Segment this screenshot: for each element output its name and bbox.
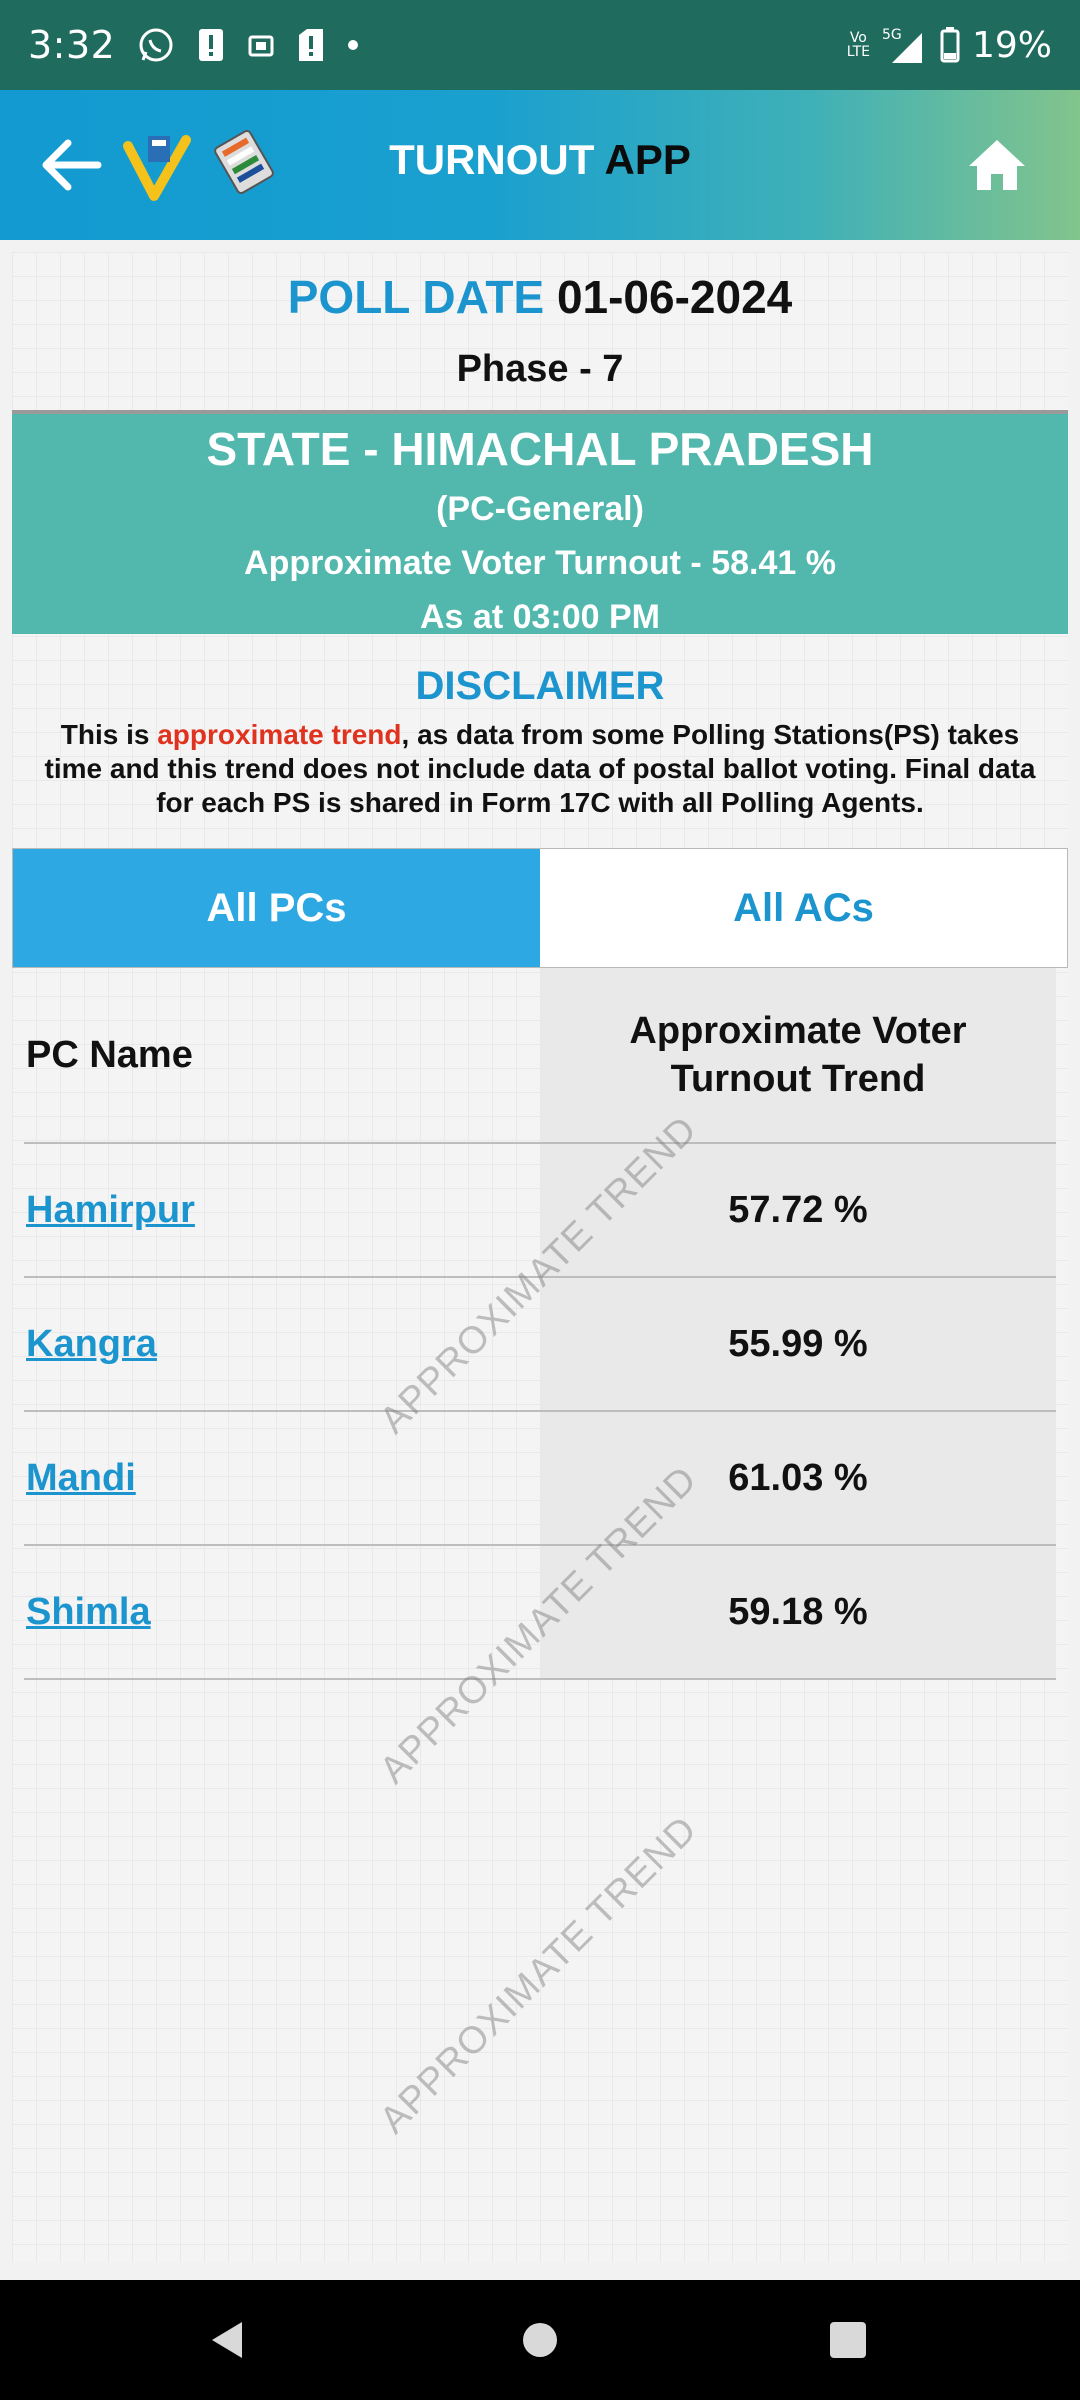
state-name: STATE - HIMACHAL PRADESH [206, 423, 874, 475]
tab-all-acs[interactable]: All ACs [540, 849, 1067, 967]
system-status: Vo LTE 5G 19% [847, 25, 1052, 66]
circle-home-icon [523, 2323, 557, 2357]
signal-icon: 5G [882, 25, 928, 65]
disclaimer-title: DISCLAIMER [415, 664, 665, 708]
turnout-table: PC Name Approximate Voter Turnout Trend … [12, 968, 1068, 1680]
poll-date-label: POLL DATE [287, 271, 545, 323]
status-bar: 3:32 Vo LTE 5G 19% [0, 0, 1080, 90]
pc-link[interactable]: Mandi [24, 1412, 540, 1544]
nav-recents-button[interactable] [818, 2310, 878, 2370]
tab-bar: All PCs All ACs [12, 848, 1068, 968]
triangle-back-icon [212, 2322, 242, 2358]
phase-label: Phase - 7 [456, 348, 624, 390]
app-header: TURNOUT APP [0, 90, 1080, 240]
watermark-text: APPROXIMATE TREND [372, 1808, 706, 2142]
table-row: Mandi 61.03 % [24, 1412, 1056, 1546]
alert-icon [197, 27, 225, 63]
poll-date: POLL DATE 01-06-2024 [12, 270, 1068, 324]
pc-link[interactable]: Shimla [24, 1546, 540, 1678]
app-title: TURNOUT APP [389, 136, 691, 183]
volte-indicator: Vo LTE [846, 30, 870, 60]
alert-icon [297, 27, 325, 63]
status-time: 3:32 [28, 23, 116, 67]
battery-icon [940, 27, 960, 63]
table-header: PC Name Approximate Voter Turnout Trend [24, 968, 1056, 1144]
sim-icon [247, 31, 275, 59]
header-turnout-trend: Approximate Voter Turnout Trend [540, 968, 1056, 1142]
system-nav-bar [0, 2280, 1080, 2400]
turnout-panel: POLL DATE 01-06-2024 Phase - 7 STATE - H… [12, 252, 1068, 2262]
pc-link[interactable]: Hamirpur [24, 1144, 540, 1276]
tab-all-pcs[interactable]: All PCs [13, 849, 540, 967]
notification-icons [137, 26, 359, 64]
nav-back-button[interactable] [198, 2310, 258, 2370]
poll-date-value: 01-06-2024 [556, 271, 793, 323]
header-pc-name: PC Name [26, 1033, 193, 1076]
dot-icon [347, 39, 359, 51]
turnout-value: 55.99 % [540, 1278, 1056, 1410]
state-banner: STATE - HIMACHAL PRADESH (PC-General) Ap… [12, 410, 1068, 636]
state-turnout: Approximate Voter Turnout - 58.41 % [244, 544, 836, 582]
state-type: (PC-General) [436, 490, 644, 528]
disclaimer-highlight: approximate trend [157, 719, 402, 750]
nav-home-button[interactable] [510, 2310, 570, 2370]
battery-percent: 19% [971, 24, 1052, 66]
state-as-at-time: As at 03:00 PM [420, 598, 660, 636]
disclaimer-text: This is approximate trend, as data from … [44, 719, 1036, 818]
home-icon [969, 140, 1025, 190]
network-5g-label: 5G [882, 27, 902, 43]
home-button[interactable] [964, 132, 1030, 198]
whatsapp-icon [137, 26, 175, 64]
square-recents-icon [830, 2322, 866, 2358]
